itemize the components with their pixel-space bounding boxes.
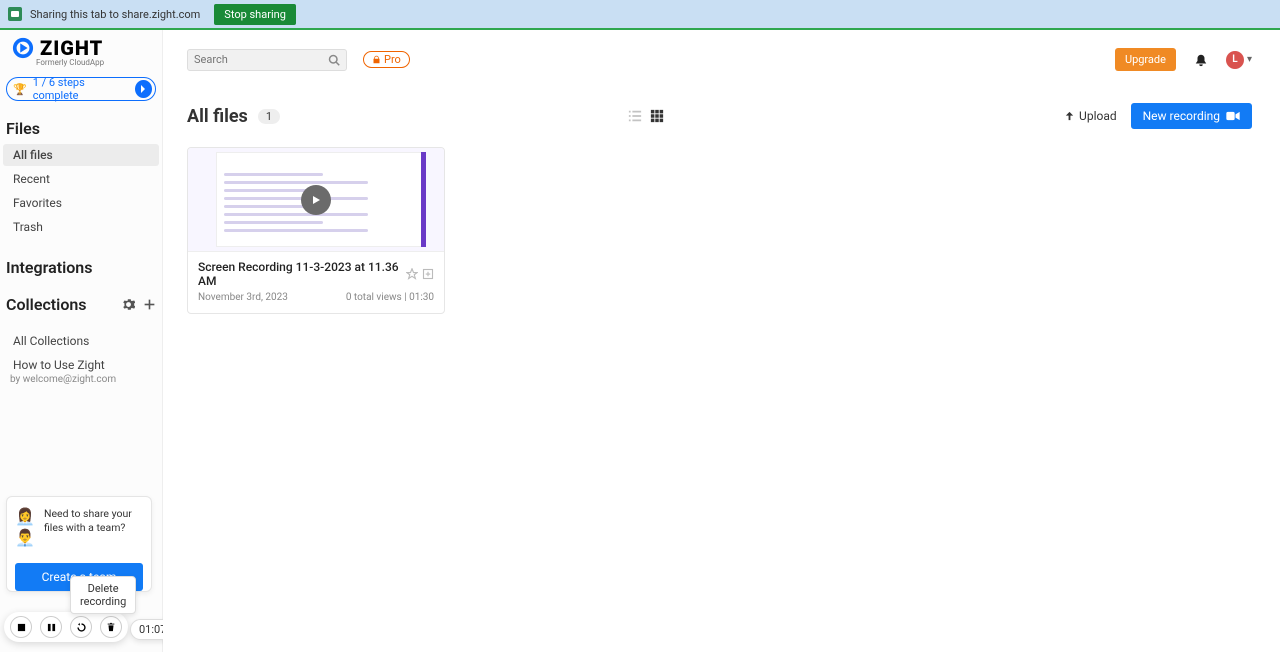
- notifications-icon[interactable]: [1186, 53, 1216, 67]
- file-date: November 3rd, 2023: [198, 292, 288, 303]
- sidebar-item-trash[interactable]: Trash: [3, 216, 159, 238]
- sidebar-item-all-collections[interactable]: All Collections: [3, 330, 159, 352]
- lock-icon: [372, 55, 381, 64]
- logo-text: ZIGHT: [40, 36, 103, 60]
- integrations-section-header[interactable]: Integrations: [0, 254, 162, 281]
- recorder-controls: [4, 612, 128, 642]
- logo[interactable]: ZIGHT: [0, 36, 162, 60]
- team-tip-text: Need to share your files with a team?: [44, 507, 143, 549]
- new-recording-button[interactable]: New recording: [1131, 103, 1252, 129]
- grid-view-icon[interactable]: [650, 109, 664, 123]
- file-title: Screen Recording 11-3-2023 at 11.36 AM: [198, 260, 406, 288]
- sidebar-item-how-to[interactable]: How to Use Zight: [3, 354, 159, 372]
- search-box[interactable]: [187, 49, 347, 71]
- logo-subtitle: Formerly CloudApp: [0, 58, 162, 67]
- stop-recording-button[interactable]: [10, 616, 32, 638]
- pause-recording-button[interactable]: [40, 616, 62, 638]
- favorite-star-icon[interactable]: [406, 268, 418, 280]
- sidebar-item-favorites[interactable]: Favorites: [3, 192, 159, 214]
- files-section-header[interactable]: Files: [0, 115, 162, 142]
- pro-badge[interactable]: Pro: [363, 51, 410, 68]
- progress-arrow-icon: [135, 80, 152, 98]
- main-content: Pro Upgrade L ▾ All files 1: [163, 30, 1280, 652]
- avatar: L: [1226, 51, 1244, 69]
- file-card[interactable]: Screen Recording 11-3-2023 at 11.36 AM N…: [187, 147, 445, 314]
- zight-logo-icon: [12, 37, 34, 59]
- restart-recording-button[interactable]: [70, 616, 92, 638]
- view-toggle: [628, 109, 664, 123]
- trophy-icon: 🏆: [13, 83, 27, 96]
- video-camera-icon: [1226, 111, 1240, 121]
- search-icon: [328, 54, 340, 66]
- file-views-duration: 0 total views | 01:30: [346, 292, 434, 303]
- tab-share-bar: Sharing this tab to share.zight.com Stop…: [0, 0, 1280, 28]
- upload-icon: [1064, 111, 1075, 122]
- add-to-collection-icon[interactable]: [422, 268, 434, 280]
- delete-recording-tooltip: Delete recording: [70, 576, 136, 614]
- file-count-badge: 1: [258, 109, 280, 124]
- share-screen-icon: [8, 7, 22, 21]
- collections-add-icon[interactable]: [143, 298, 156, 311]
- list-view-icon[interactable]: [628, 109, 642, 123]
- top-bar: Pro Upgrade L ▾: [163, 30, 1280, 71]
- page-title: All files: [187, 106, 248, 127]
- collections-gear-icon[interactable]: [122, 298, 135, 311]
- progress-text: 1 / 6 steps complete: [33, 76, 129, 102]
- upload-button[interactable]: Upload: [1064, 109, 1117, 123]
- play-icon[interactable]: [301, 185, 331, 215]
- share-bar-text: Sharing this tab to share.zight.com: [30, 8, 200, 21]
- page-header: All files 1 Upload New recording: [163, 71, 1280, 129]
- upgrade-button[interactable]: Upgrade: [1115, 48, 1176, 71]
- sidebar-item-all-files[interactable]: All files: [3, 144, 159, 166]
- account-menu[interactable]: L ▾: [1226, 51, 1252, 69]
- people-icon: 👩‍💼👨‍💼: [15, 507, 38, 549]
- collections-section-header: Collections: [0, 291, 162, 318]
- onboarding-progress[interactable]: 🏆 1 / 6 steps complete: [6, 77, 156, 101]
- file-thumbnail[interactable]: [188, 148, 444, 252]
- delete-recording-button[interactable]: [100, 616, 122, 638]
- sidebar: ZIGHT Formerly CloudApp 🏆 1 / 6 steps co…: [0, 30, 163, 652]
- chevron-down-icon: ▾: [1247, 54, 1252, 65]
- stop-sharing-button[interactable]: Stop sharing: [214, 4, 296, 25]
- sidebar-item-how-to-author: by welcome@zight.com: [0, 374, 162, 385]
- sidebar-item-recent[interactable]: Recent: [3, 168, 159, 190]
- search-input[interactable]: [194, 53, 314, 66]
